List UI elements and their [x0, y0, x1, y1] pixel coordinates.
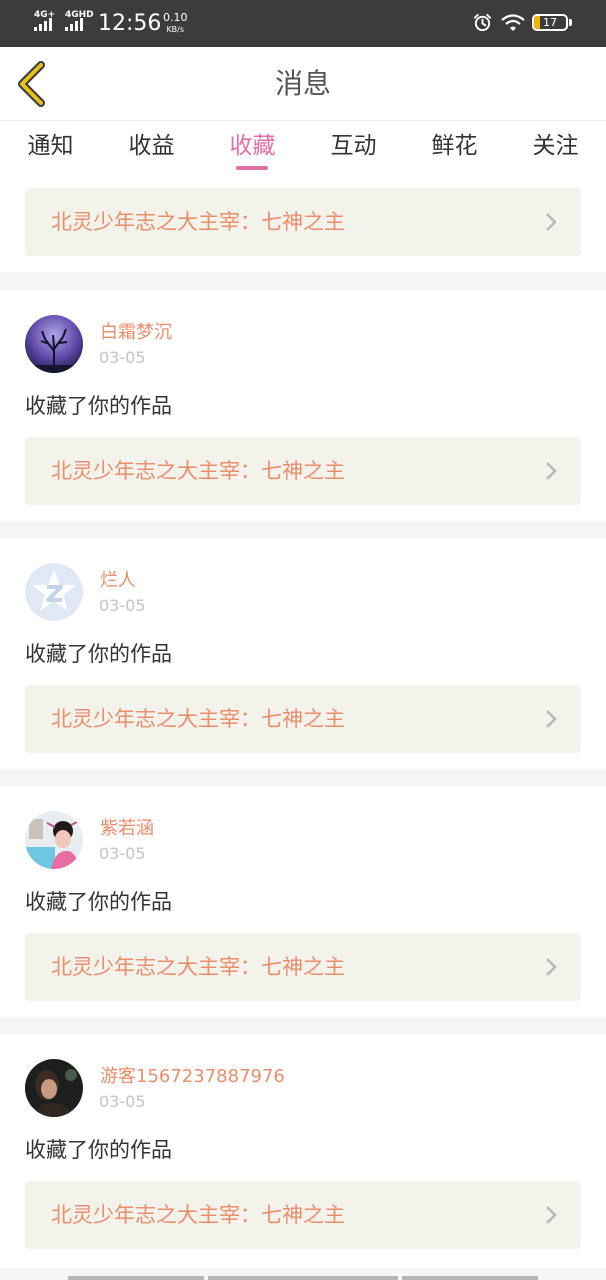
notification-date: 03-05: [99, 844, 146, 863]
tab-interaction[interactable]: 互动: [303, 121, 404, 176]
username[interactable]: 烂人: [100, 570, 136, 592]
action-text: 收藏了你的作品: [25, 890, 172, 914]
work-link[interactable]: 北灵少年志之大主宰：七神之主: [25, 685, 581, 753]
dark-photo-avatar: [25, 1059, 83, 1117]
notification-card: 白霜梦沉 03-05 收藏了你的作品 北灵少年志之大主宰：七神之主: [0, 290, 606, 521]
tab-earnings[interactable]: 收益: [101, 121, 202, 176]
user-avatar[interactable]: [25, 315, 83, 373]
chevron-right-icon: [546, 958, 557, 976]
notification-card: 烂人 03-05 收藏了你的作品 北灵少年志之大主宰：七神之主: [0, 538, 606, 769]
username[interactable]: 紫若涵: [100, 818, 154, 840]
scroll-indicator: [402, 1276, 538, 1280]
chevron-left-icon: [18, 61, 45, 107]
work-link[interactable]: 北灵少年志之大主宰：七神之主: [25, 1181, 581, 1249]
default-z-avatar: [25, 563, 83, 621]
user-avatar[interactable]: [25, 563, 83, 621]
work-title: 北灵少年志之大主宰：七神之主: [51, 955, 345, 979]
scroll-indicator: [208, 1276, 398, 1280]
user-avatar[interactable]: [25, 811, 83, 869]
battery-level: 17: [543, 16, 557, 29]
work-title: 北灵少年志之大主宰：七神之主: [51, 1203, 345, 1227]
work-title: 北灵少年志之大主宰：七神之主: [51, 459, 345, 483]
network-speed: 0.10 KB/s: [163, 12, 188, 35]
speed-unit: KB/s: [166, 25, 185, 34]
notification-card: 游客1567237887976 03-05 收藏了你的作品 北灵少年志之大主宰：…: [0, 1034, 606, 1268]
work-link[interactable]: 北灵少年志之大主宰：七神之主: [25, 933, 581, 1001]
chevron-right-icon: [546, 462, 557, 480]
page-title: 消息: [274, 67, 331, 100]
username[interactable]: 白霜梦沉: [100, 322, 172, 344]
notification-card: 北灵少年志之大主宰：七神之主: [0, 176, 606, 272]
chevron-right-icon: [546, 710, 557, 728]
active-tab-indicator: [236, 166, 268, 170]
back-button[interactable]: [14, 61, 48, 107]
notification-date: 03-05: [99, 1092, 146, 1111]
tab-flowers[interactable]: 鲜花: [404, 121, 505, 176]
wifi-icon: [501, 14, 525, 31]
scroll-indicator: [68, 1276, 204, 1280]
costume-photo-avatar: [25, 811, 83, 869]
user-avatar[interactable]: [25, 1059, 83, 1117]
work-link[interactable]: 北灵少年志之大主宰：七神之主: [25, 188, 581, 256]
tab-following[interactable]: 关注: [505, 121, 606, 176]
work-link[interactable]: 北灵少年志之大主宰：七神之主: [25, 437, 581, 505]
tab-bar: 通知 收益 收藏 互动 鲜花 关注: [0, 121, 606, 176]
work-title: 北灵少年志之大主宰：七神之主: [51, 707, 345, 731]
action-text: 收藏了你的作品: [25, 642, 172, 666]
battery-icon: 17: [532, 14, 568, 31]
app-header: 消息: [0, 47, 606, 121]
work-title: 北灵少年志之大主宰：七神之主: [51, 210, 345, 234]
speed-value: 0.10: [163, 11, 188, 24]
notification-date: 03-05: [99, 348, 146, 367]
alarm-icon: [473, 13, 492, 32]
chevron-right-icon: [546, 1206, 557, 1224]
username[interactable]: 游客1567237887976: [100, 1066, 285, 1088]
notification-date: 03-05: [99, 596, 146, 615]
clock-time: 12:56: [98, 11, 162, 36]
action-text: 收藏了你的作品: [25, 394, 172, 418]
signal-icon: [65, 18, 83, 31]
action-text: 收藏了你的作品: [25, 1138, 172, 1162]
battery-tip: [569, 19, 572, 26]
status-bar: 4G+ 4GHD 12:56 0.10 KB/s 17: [0, 0, 606, 47]
chevron-right-icon: [546, 213, 557, 231]
night-tree-avatar: [25, 315, 83, 373]
notification-card: 紫若涵 03-05 收藏了你的作品 北灵少年志之大主宰：七神之主: [0, 786, 606, 1017]
signal-icon: [34, 18, 52, 31]
tab-notice[interactable]: 通知: [0, 121, 101, 176]
